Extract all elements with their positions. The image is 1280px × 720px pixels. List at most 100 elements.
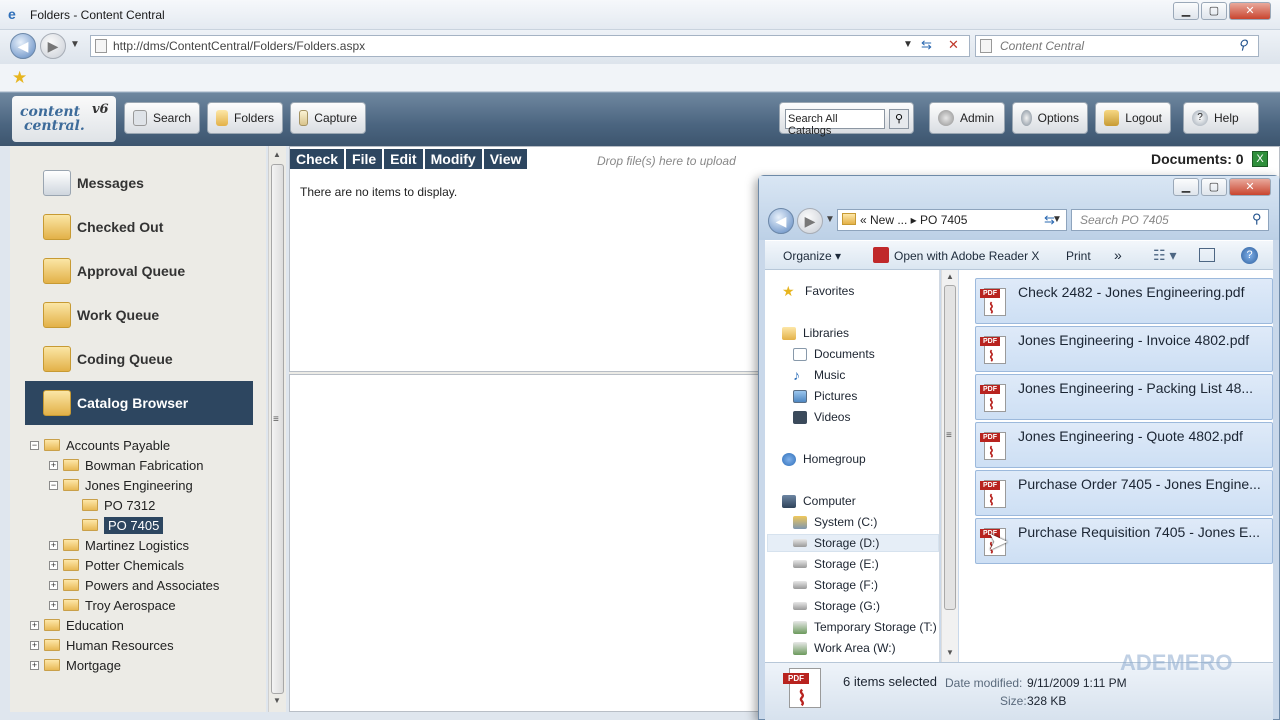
tree-node-po-7405[interactable]: PO 7405 (20, 515, 260, 535)
explorer-back-button[interactable]: ◀ (768, 208, 794, 234)
nav-checked-out[interactable]: Checked Out (25, 205, 253, 249)
stop-icon[interactable]: ✕ (948, 37, 959, 53)
tree-node-bowman-fabrication[interactable]: + Bowman Fabrication (20, 455, 260, 475)
tree-node-jones-engineering[interactable]: − Jones Engineering (20, 475, 260, 495)
view-menu[interactable]: View (483, 149, 528, 169)
nav-pictures[interactable]: Pictures (793, 387, 939, 405)
tree-node-martinez-logistics[interactable]: + Martinez Logistics (20, 535, 260, 555)
expand-icon[interactable]: + (49, 460, 58, 470)
explorer-close-button[interactable]: ✕ (1229, 178, 1271, 196)
file-item[interactable]: PDF ⌇ Check 2482 - Jones Engineering.pdf (975, 278, 1273, 324)
history-dropdown-icon[interactable]: ▼ (70, 39, 80, 50)
explorer-nav-scrollbar[interactable]: ▲ ≡ ▼ (941, 270, 958, 662)
tree-node-mortgage[interactable]: + Mortgage (20, 655, 260, 675)
explorer-minimize-button[interactable]: ▁ (1173, 178, 1199, 196)
print-button[interactable]: Print (1066, 249, 1091, 263)
folders-button[interactable]: Folders (207, 102, 283, 134)
favorites-star-icon[interactable]: ★ (12, 68, 27, 88)
explorer-maximize-button[interactable]: ▢ (1201, 178, 1227, 196)
browser-search-box[interactable]: Content Central ⚲ (975, 35, 1259, 57)
tree-node-potter-chemicals[interactable]: + Potter Chemicals (20, 555, 260, 575)
forward-button[interactable]: ▶ (40, 33, 66, 59)
search-button[interactable]: Search (124, 102, 200, 134)
left-panel-scrollbar[interactable]: ▲ ≡ ▼ (268, 146, 286, 712)
file-item[interactable]: PDF ⌇ Jones Engineering - Quote 4802.pdf (975, 422, 1273, 468)
nav-documents[interactable]: Documents (793, 345, 939, 363)
scroll-down-icon[interactable]: ▼ (946, 648, 954, 657)
file-item[interactable]: PDF ⌇ Purchase Order 7405 - Jones Engine..… (975, 470, 1273, 516)
tree-node-powers-and-associates[interactable]: + Powers and Associates (20, 575, 260, 595)
view-options-icon[interactable]: ☷ ▾ (1153, 247, 1176, 264)
nav-libraries[interactable]: Libraries (782, 324, 939, 342)
minimize-button[interactable]: ▁ (1173, 2, 1199, 20)
nav-messages[interactable]: Messages (25, 161, 253, 205)
search-icon[interactable]: ⚲ (1252, 211, 1262, 227)
open-with-button[interactable]: Open with Adobe Reader X (894, 249, 1039, 263)
expand-icon[interactable]: + (30, 620, 39, 630)
nav-computer[interactable]: Computer (782, 492, 939, 510)
refresh-icon[interactable]: ⇆ (921, 37, 932, 53)
nav-drive-e[interactable]: Storage (E:) (793, 555, 939, 573)
url-dropdown-icon[interactable]: ▼ (903, 39, 913, 50)
tree-node-accounts-payable[interactable]: − Accounts Payable (20, 435, 260, 455)
expand-icon[interactable]: + (49, 540, 58, 550)
scroll-up-icon[interactable]: ▲ (273, 150, 281, 159)
catalog-search-icon[interactable]: ⚲ (889, 109, 909, 129)
explorer-forward-button[interactable]: ▶ (797, 208, 823, 234)
organize-button[interactable]: Organize ▾ (783, 249, 841, 263)
nav-drive-g[interactable]: Storage (G:) (793, 597, 939, 615)
explorer-history-icon[interactable]: ▼ (825, 214, 835, 225)
tree-node-human-resources[interactable]: + Human Resources (20, 635, 260, 655)
nav-drive-c[interactable]: System (C:) (793, 513, 939, 531)
scroll-down-icon[interactable]: ▼ (273, 696, 281, 705)
collapse-icon[interactable]: − (30, 440, 39, 450)
scroll-thumb[interactable] (271, 164, 284, 694)
nav-work-queue[interactable]: Work Queue (25, 293, 253, 337)
file-item[interactable]: PDF ⌇ Purchase Requisition 7405 - Jones E.… (975, 518, 1273, 564)
edit-menu[interactable]: Edit (384, 149, 423, 169)
expand-icon[interactable]: + (49, 600, 58, 610)
scroll-thumb[interactable] (944, 285, 956, 610)
explorer-address-bar[interactable]: « New ... ▸ PO 7405 ▼ (837, 209, 1067, 231)
address-bar[interactable]: http://dms/ContentCentral/Folders/Folder… (90, 35, 970, 57)
nav-music[interactable]: ♪ Music (793, 366, 939, 384)
maximize-button[interactable]: ▢ (1201, 2, 1227, 20)
modify-menu[interactable]: Modify (424, 149, 482, 169)
admin-button[interactable]: Admin (929, 102, 1005, 134)
explorer-refresh-icon[interactable]: ⇆ (1044, 212, 1055, 228)
explorer-search-box[interactable]: Search PO 7405 ⚲ (1071, 209, 1269, 231)
options-button[interactable]: Options (1012, 102, 1088, 134)
tree-node-troy-aerospace[interactable]: + Troy Aerospace (20, 595, 260, 615)
expand-icon[interactable]: + (49, 580, 58, 590)
preview-pane-icon[interactable] (1199, 248, 1215, 262)
nav-videos[interactable]: Videos (793, 408, 939, 426)
search-icon[interactable]: ⚲ (1238, 37, 1248, 53)
expand-icon[interactable]: + (30, 660, 39, 670)
back-button[interactable]: ◀ (10, 33, 36, 59)
nav-coding-queue[interactable]: Coding Queue (25, 337, 253, 381)
expand-icon[interactable]: + (49, 560, 58, 570)
nav-favorites[interactable]: ★ Favorites (782, 282, 939, 300)
help-icon[interactable]: ? (1241, 247, 1258, 264)
file-menu[interactable]: File (346, 149, 383, 169)
more-commands-button[interactable]: » (1114, 247, 1122, 263)
nav-drive-t[interactable]: Temporary Storage (T:) (793, 618, 939, 636)
nav-catalog-browser[interactable]: Catalog Browser (25, 381, 253, 425)
catalog-search-input[interactable]: Search All Catalogs (785, 109, 885, 137)
help-button[interactable]: ? Help (1183, 102, 1259, 134)
close-button[interactable]: ✕ (1229, 2, 1271, 20)
tree-node-po-7312[interactable]: PO 7312 (20, 495, 260, 515)
file-item[interactable]: PDF ⌇ Jones Engineering - Invoice 4802.pdf (975, 326, 1273, 372)
nav-drive-f[interactable]: Storage (F:) (793, 576, 939, 594)
collapse-icon[interactable]: − (49, 480, 58, 490)
logout-button[interactable]: Logout (1095, 102, 1171, 134)
capture-button[interactable]: Capture (290, 102, 366, 134)
splitter-grip-icon[interactable]: ≡ (273, 414, 279, 425)
nav-drive-d[interactable]: Storage (D:) (767, 534, 939, 552)
file-item[interactable]: PDF ⌇ Jones Engineering - Packing List 48.… (975, 374, 1273, 420)
export-excel-icon[interactable]: X (1252, 151, 1268, 167)
tree-node-education[interactable]: + Education (20, 615, 260, 635)
nav-drive-w[interactable]: Work Area (W:) (793, 639, 939, 657)
nav-approval-queue[interactable]: Approval Queue (25, 249, 253, 293)
check-menu[interactable]: Check (290, 149, 345, 169)
